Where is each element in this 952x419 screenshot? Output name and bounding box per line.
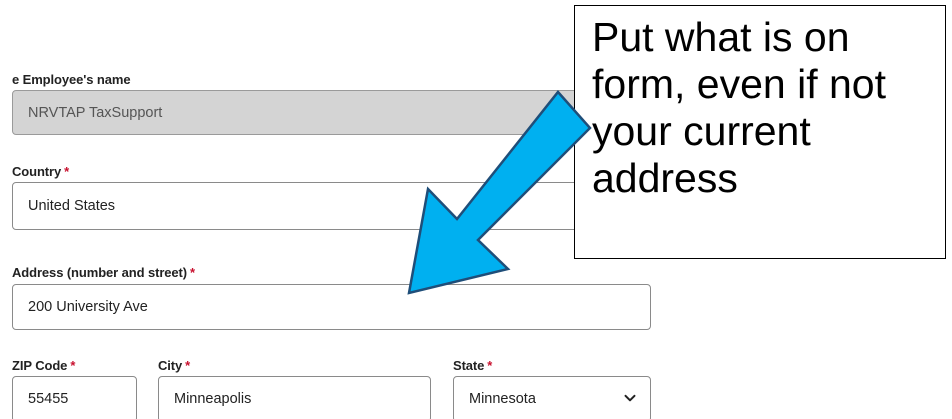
address-label: Address (number and street) * — [12, 265, 195, 280]
state-value: Minnesota — [469, 391, 536, 407]
form-screen: e Employee's name NRVTAP TaxSupport Coun… — [0, 0, 952, 419]
callout-line-2: form, even if not — [592, 61, 886, 107]
callout-line-3: your current — [592, 108, 811, 154]
country-label: Country * — [12, 164, 69, 179]
zip-input[interactable]: 55455 — [12, 376, 137, 419]
zip-label: ZIP Code * — [12, 358, 75, 373]
address-label-text: Address (number and street) — [12, 265, 188, 280]
employee-name-value: NRVTAP TaxSupport — [28, 104, 163, 121]
annotation-callout: Put what is on form, even if not your cu… — [574, 5, 946, 259]
required-marker: * — [487, 358, 493, 373]
callout-line-4: address — [592, 155, 738, 201]
employee-name-label: e Employee's name — [12, 72, 131, 87]
country-select[interactable]: United States — [12, 182, 612, 230]
city-label: City * — [158, 358, 190, 373]
required-marker: * — [190, 265, 195, 280]
callout-line-1: Put what is on — [592, 14, 850, 60]
address-input[interactable]: 200 University Ave — [12, 284, 651, 330]
city-value: Minneapolis — [174, 391, 252, 407]
city-input[interactable]: Minneapolis — [158, 376, 431, 419]
state-label: State * — [453, 358, 492, 373]
required-marker: * — [185, 358, 191, 373]
address-value: 200 University Ave — [28, 299, 148, 315]
city-label-text: City — [158, 358, 183, 373]
employee-name-field[interactable]: NRVTAP TaxSupport — [12, 90, 612, 135]
zip-label-text: ZIP Code — [12, 358, 68, 373]
chevron-down-icon — [624, 394, 636, 402]
country-label-text: Country — [12, 164, 62, 179]
employee-name-label-text: e Employee's name — [12, 72, 131, 87]
state-label-text: State — [453, 358, 485, 373]
country-value: United States — [28, 198, 116, 214]
required-marker: * — [70, 358, 76, 373]
state-select[interactable]: Minnesota — [453, 376, 651, 419]
zip-value: 55455 — [28, 391, 69, 407]
required-marker: * — [64, 164, 70, 179]
